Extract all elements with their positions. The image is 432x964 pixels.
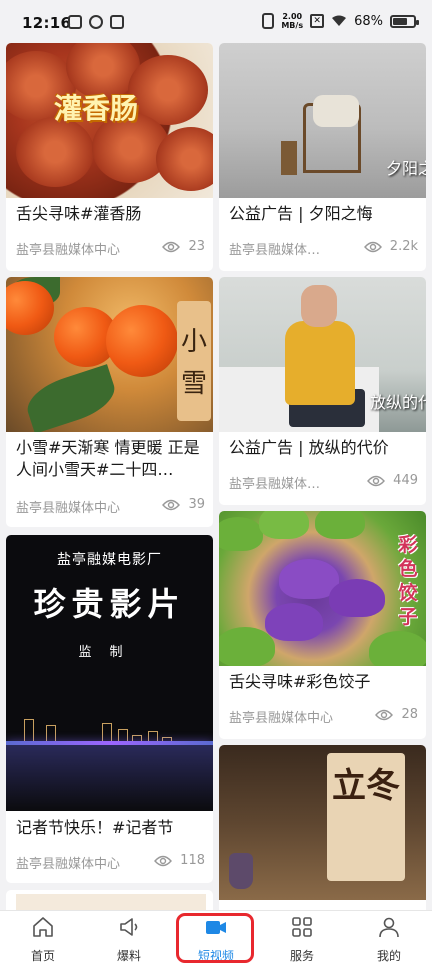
home-icon xyxy=(33,917,53,937)
video-thumbnail: 小雪 xyxy=(6,277,213,432)
thumbnail-caption: 彩色饺子 xyxy=(398,534,418,628)
battery-icon xyxy=(390,14,419,28)
net-speed-value: 2.00 xyxy=(282,12,303,21)
wifi-icon xyxy=(332,15,347,26)
net-speed-unit: MB/s xyxy=(281,21,304,30)
video-meta: 盐亭县融媒体… 449 xyxy=(229,471,418,492)
thumbnail-caption: 夕阳之 xyxy=(385,159,426,178)
video-source: 盐亭县融媒体… xyxy=(229,477,321,492)
nav-item-service[interactable]: 服务 xyxy=(259,915,345,963)
nav-label: 我的 xyxy=(376,949,401,963)
video-thumbnail: 盐亭融媒电影厂 珍贵影片 监制 xyxy=(6,535,213,811)
user-icon xyxy=(379,917,399,938)
video-title: 舌尖寻味#彩色饺子 xyxy=(229,672,371,691)
nav-item-home[interactable]: 首页 xyxy=(0,915,86,963)
view-count: 449 xyxy=(367,473,418,488)
video-card[interactable]: 放纵的代 公益广告 | 放纵的代价 盐亭县融媒体… 449 xyxy=(219,277,426,505)
video-thumbnail: 彩色饺子 xyxy=(219,511,426,666)
thumbnail-caption: 盐亭融媒电影厂 xyxy=(57,552,162,568)
video-card[interactable]: 灌香肠 舌尖寻味#灌香肠 盐亭县融媒体中心 23 xyxy=(6,43,213,271)
eye-icon xyxy=(367,475,386,486)
video-thumbnail: 立冬 xyxy=(219,745,426,900)
thumbnail-caption: 珍贵影片 xyxy=(33,585,186,623)
status-bar: 12:16 2.00 MB/s ✕ 68% xyxy=(0,0,432,44)
video-title: 公益广告 | 放纵的代价 xyxy=(229,438,389,457)
view-count: 23 xyxy=(162,239,205,254)
video-meta: 盐亭县融媒体中心 28 xyxy=(229,705,418,726)
battery-percent: 68% xyxy=(354,13,383,29)
eye-icon xyxy=(154,855,173,866)
status-right: 2.00 MB/s ✕ 68% xyxy=(262,12,419,30)
video-title: 记者节快乐！#记者节 xyxy=(16,818,174,837)
video-card[interactable]: 盐亭融媒电影厂 珍贵影片 监制 记者节快乐！#记者节 盐亭县融媒体中心 118 xyxy=(6,535,213,883)
active-tab-highlight xyxy=(176,913,254,963)
view-count-value: 28 xyxy=(401,707,418,722)
vibrate-icon xyxy=(262,13,275,29)
view-count-value: 39 xyxy=(188,497,205,512)
view-count: 118 xyxy=(154,853,205,868)
view-count-value: 118 xyxy=(180,853,205,868)
thumbnail-caption: 立冬 xyxy=(327,753,405,881)
nav-item-tipoff[interactable]: 爆料 xyxy=(86,915,172,963)
status-time: 12:16 xyxy=(22,14,72,32)
speaker-icon xyxy=(120,918,138,936)
eye-icon xyxy=(162,241,181,252)
eye-icon xyxy=(162,499,181,510)
video-thumbnail: 放纵的代 xyxy=(219,277,426,432)
video-card[interactable]: 小雪 小雪#天渐寒 情更暖 正是人间小雪天#二十四… 盐亭县融媒体中心 39 xyxy=(6,277,213,527)
notification-icons xyxy=(68,15,124,29)
thumbnail-caption: 放纵的代 xyxy=(369,393,426,412)
nav-item-profile[interactable]: 我的 xyxy=(346,915,432,963)
video-source: 盐亭县融媒体中心 xyxy=(229,711,334,726)
view-count-value: 23 xyxy=(188,239,205,254)
notification-icon xyxy=(89,15,103,29)
video-title: 舌尖寻味#灌香肠 xyxy=(16,204,142,223)
view-count-value: 449 xyxy=(393,473,418,488)
nav-label: 爆料 xyxy=(116,949,141,963)
nav-label: 服务 xyxy=(289,949,314,963)
video-source: 盐亭县融媒体中心 xyxy=(16,243,121,258)
eye-icon xyxy=(363,241,382,252)
eye-icon xyxy=(375,709,394,720)
view-count-value: 2.2k xyxy=(389,239,418,254)
nav-label: 首页 xyxy=(30,949,55,963)
notification-icon xyxy=(68,15,82,29)
video-thumbnail: 夕阳之 xyxy=(219,43,426,198)
video-meta: 盐亭县融媒体中心 23 xyxy=(16,237,205,258)
video-source: 盐亭县融媒体中心 xyxy=(16,501,121,516)
grid-icon xyxy=(292,917,312,937)
video-source: 盐亭县融媒体… xyxy=(229,243,321,258)
view-count: 28 xyxy=(375,707,418,722)
net-speed: 2.00 MB/s xyxy=(281,12,303,30)
video-card[interactable]: 立冬 xyxy=(219,745,426,920)
video-thumbnail: 灌香肠 xyxy=(6,43,213,198)
thumbnail-caption: 监制 xyxy=(78,645,141,660)
video-meta: 盐亭县融媒体中心 39 xyxy=(16,495,205,516)
video-title: 公益广告 | 夕阳之悔 xyxy=(229,204,373,223)
video-meta: 盐亭县融媒体中心 118 xyxy=(16,851,205,872)
video-card[interactable]: 彩色饺子 舌尖寻味#彩色饺子 盐亭县融媒体中心 28 xyxy=(219,511,426,739)
video-card[interactable]: 夕阳之 公益广告 | 夕阳之悔 盐亭县融媒体… 2.2k xyxy=(219,43,426,271)
thumbnail-caption: 小雪 xyxy=(177,301,211,421)
sim-off-icon: ✕ xyxy=(310,14,325,28)
thumbnail-caption: 灌香肠 xyxy=(54,92,139,125)
view-count: 2.2k xyxy=(363,239,418,254)
video-meta: 盐亭县融媒体… 2.2k xyxy=(229,237,418,258)
notification-icon xyxy=(110,15,124,29)
view-count: 39 xyxy=(162,497,205,512)
video-source: 盐亭县融媒体中心 xyxy=(16,857,121,872)
video-title: 小雪#天渐寒 情更暖 正是人间小雪天#二十四… xyxy=(16,438,200,479)
